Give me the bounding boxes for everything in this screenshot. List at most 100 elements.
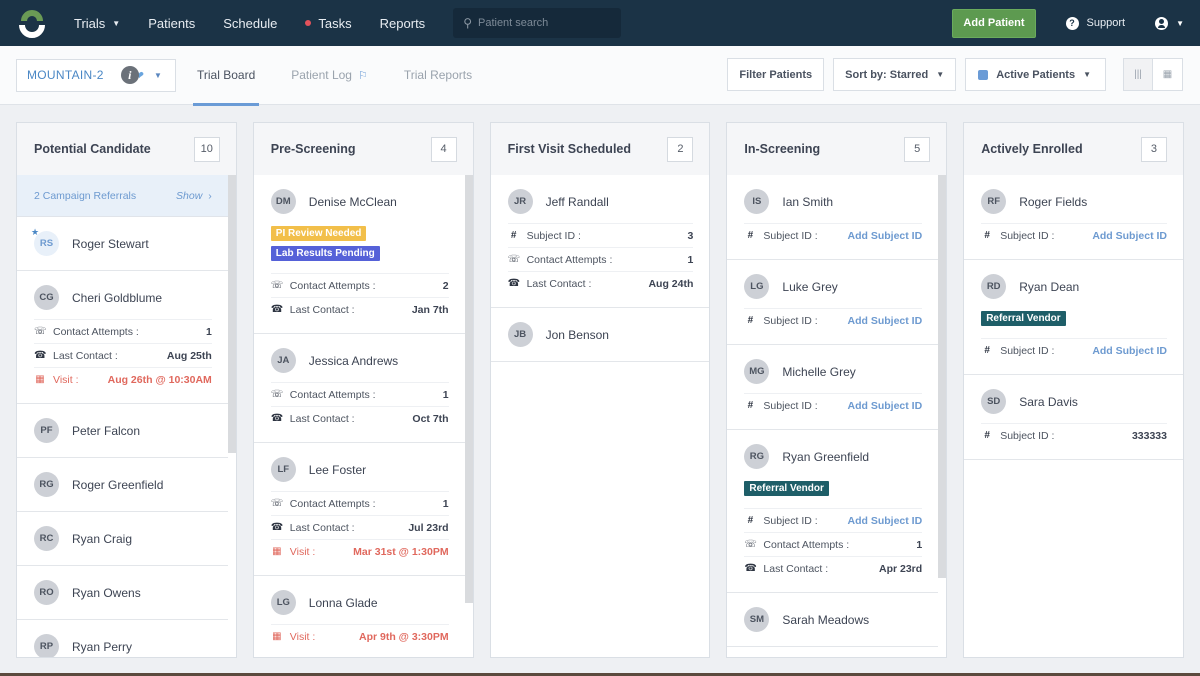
nav-right-group: Add Patient ? Support ▼: [952, 0, 1200, 46]
patient-card[interactable]: LG Lonna Glade ▦ Visit : Apr 9th @ 3:30P…: [253, 576, 465, 657]
nav-trials[interactable]: Trials ▼: [74, 16, 120, 31]
nav-reports[interactable]: Reports: [380, 16, 426, 31]
patient-field: ☏ Contact Attempts : 1: [507, 247, 694, 271]
patient-field: ☎ Last Contact : Jan 7th: [270, 297, 449, 321]
top-navigation-bar: Trials ▼ Patients Schedule Tasks Reports…: [0, 0, 1200, 46]
patient-card[interactable]: MG Michelle Grey # Subject ID : Add Subj…: [727, 345, 939, 430]
chevron-right-icon: ›: [208, 189, 212, 202]
patient-card[interactable]: SD Sara Davis # Subject ID : 333333: [964, 375, 1183, 460]
patient-fields: # Subject ID : Add Subject ID ☏ Contact …: [744, 508, 923, 580]
patient-card[interactable]: JR Jeff Randall # Subject ID : 3 ☏ Conta…: [490, 175, 710, 308]
tab-trial-reports[interactable]: Trial Reports: [400, 46, 476, 105]
user-menu[interactable]: ▼: [1155, 16, 1184, 30]
patient-status-dropdown[interactable]: Active Patients ▼: [965, 58, 1106, 91]
add-subject-id-link[interactable]: Add Subject ID: [848, 400, 923, 412]
patient-card[interactable]: SM Sarah Meadows: [727, 593, 939, 647]
avatar: JB: [507, 322, 533, 347]
tab-patient-log[interactable]: Patient Log ⚐: [287, 46, 372, 105]
column-title: In-Screening: [744, 142, 821, 156]
patient-field: ▦ Visit : Aug 26th @ 10:30AM: [34, 367, 212, 391]
patient-card[interactable]: RC Ryan Craig: [17, 512, 228, 566]
patient-card[interactable]: RO Ryan Owens: [17, 566, 228, 620]
add-subject-id-link[interactable]: Add Subject ID: [1092, 345, 1167, 357]
sort-dropdown[interactable]: Sort by: Starred ▼: [833, 58, 957, 91]
show-referrals-button[interactable]: Show ›: [176, 190, 212, 202]
column-scrollbar[interactable]: [464, 175, 473, 603]
filter-patients-button[interactable]: Filter Patients: [727, 58, 825, 91]
support-link[interactable]: ? Support: [1065, 16, 1125, 30]
patient-search[interactable]: ⚲: [453, 8, 622, 38]
column-scrollbar[interactable]: [938, 175, 947, 578]
add-subject-id-link[interactable]: Add Subject ID: [848, 230, 923, 242]
field-label: Subject ID: [1000, 229, 1049, 242]
phone-icon: ☎: [507, 278, 521, 289]
field-label-group: ☏ Contact Attempts :: [271, 389, 376, 401]
patient-card[interactable]: CG Cheri Goldblume ☏ Contact Attempts : …: [17, 271, 228, 404]
add-subject-id-link[interactable]: Add Subject ID: [848, 515, 923, 527]
add-subject-id-link[interactable]: Add Subject ID: [1092, 230, 1167, 242]
patient-field: # Subject ID : 333333: [981, 423, 1167, 447]
avatar: RC: [34, 526, 59, 551]
patient-card[interactable]: RP Ryan Perry: [17, 620, 228, 657]
patient-card[interactable]: RG Roger Greenfield: [17, 458, 228, 512]
show-label: Show: [176, 189, 203, 202]
field-label-group: # Subject ID :: [981, 230, 1054, 242]
patient-name: Ian Smith: [782, 194, 834, 209]
avatar: LF: [270, 457, 296, 482]
hash-icon: #: [747, 515, 754, 526]
columns-view-button[interactable]: |||: [1124, 59, 1153, 90]
column-scrollbar[interactable]: [227, 175, 236, 453]
avatar-initials: RP: [39, 641, 54, 652]
add-subject-id-link[interactable]: Add Subject ID: [848, 315, 923, 327]
patient-card[interactable]: RG Ryan Greenfield Referral Vendor # Sub…: [727, 430, 939, 593]
tab-trial-board[interactable]: Trial Board: [193, 46, 260, 106]
add-patient-button[interactable]: Add Patient: [952, 8, 1036, 38]
field-label: Last Contact: [289, 521, 349, 534]
avatar-initials: RS: [39, 238, 54, 249]
field-label: Subject ID: [763, 514, 812, 527]
patient-field: # Subject ID : Add Subject ID: [744, 393, 923, 417]
patient-card[interactable]: RF Roger Fields # Subject ID : Add Subje…: [964, 175, 1183, 260]
avatar-initials: SM: [749, 614, 765, 625]
patient-fields: # Subject ID : Add Subject ID: [981, 338, 1167, 362]
patient-card[interactable]: DM Denise McClean PI Review Needed Lab Re…: [253, 175, 465, 334]
field-label-group: ☎ Last Contact :: [34, 350, 118, 362]
field-value: 1: [687, 253, 694, 266]
field-label: Visit: [289, 630, 310, 643]
patient-search-input[interactable]: [477, 17, 608, 29]
table-grid-icon: ▦: [1162, 69, 1173, 80]
status-tag: Referral Vendor: [981, 311, 1066, 326]
patient-card[interactable]: LF Lee Foster ☏ Contact Attempts : 1 ☎ L…: [253, 443, 465, 576]
avatar-initials: RC: [39, 533, 54, 544]
nav-tasks[interactable]: Tasks: [305, 16, 352, 31]
nav-schedule[interactable]: Schedule: [223, 16, 277, 31]
board-column: In-Screening 5 IS Ian Smith # Subject ID…: [726, 122, 948, 658]
field-label-group: # Subject ID :: [744, 400, 818, 412]
patient-fields: ☏ Contact Attempts : 1 ☎ Last Contact : …: [270, 382, 449, 430]
avatar: CG: [34, 285, 59, 310]
trial-board: Potential Candidate 10 2 Campaign Referr…: [16, 122, 1184, 658]
status-tag: PI Review Needed: [270, 226, 367, 241]
table-view-button[interactable]: ▦: [1153, 59, 1182, 90]
patient-card[interactable]: JA Jessica Andrews ☏ Contact Attempts : …: [253, 334, 465, 443]
patient-field: ☎ Last Contact : Apr 23rd: [744, 556, 923, 580]
field-label-group: # Subject ID :: [744, 514, 818, 527]
patient-name: Lonna Glade: [308, 595, 378, 610]
trial-selector[interactable]: MOUNTAIN-2 i ❤ ▼: [16, 58, 176, 92]
patient-card[interactable]: LG Luke Grey # Subject ID : Add Subject …: [727, 260, 939, 345]
patient-card[interactable]: IS Ian Smith # Subject ID : Add Subject …: [727, 175, 939, 260]
field-value: Jan 7th: [411, 303, 449, 316]
patient-card-header: RF Roger Fields: [981, 188, 1167, 215]
avatar-initials: LG: [750, 281, 764, 292]
patient-card-header: MG Michelle Grey: [744, 358, 922, 385]
patient-card[interactable]: JB Jon Benson: [490, 308, 710, 362]
field-label-group: ☎ Last Contact :: [271, 522, 355, 534]
field-label: Contact Attempts: [289, 279, 370, 292]
patient-card[interactable]: PF Peter Falcon: [17, 404, 228, 458]
field-colon: :: [348, 521, 355, 534]
app-logo[interactable]: [18, 8, 46, 38]
patient-card[interactable]: RD Ryan Dean Referral Vendor # Subject I…: [964, 260, 1183, 375]
nav-patients[interactable]: Patients: [148, 16, 195, 31]
patient-card[interactable]: ★ RS Roger Stewart: [17, 217, 228, 271]
field-label: Contact Attempts: [289, 497, 370, 510]
